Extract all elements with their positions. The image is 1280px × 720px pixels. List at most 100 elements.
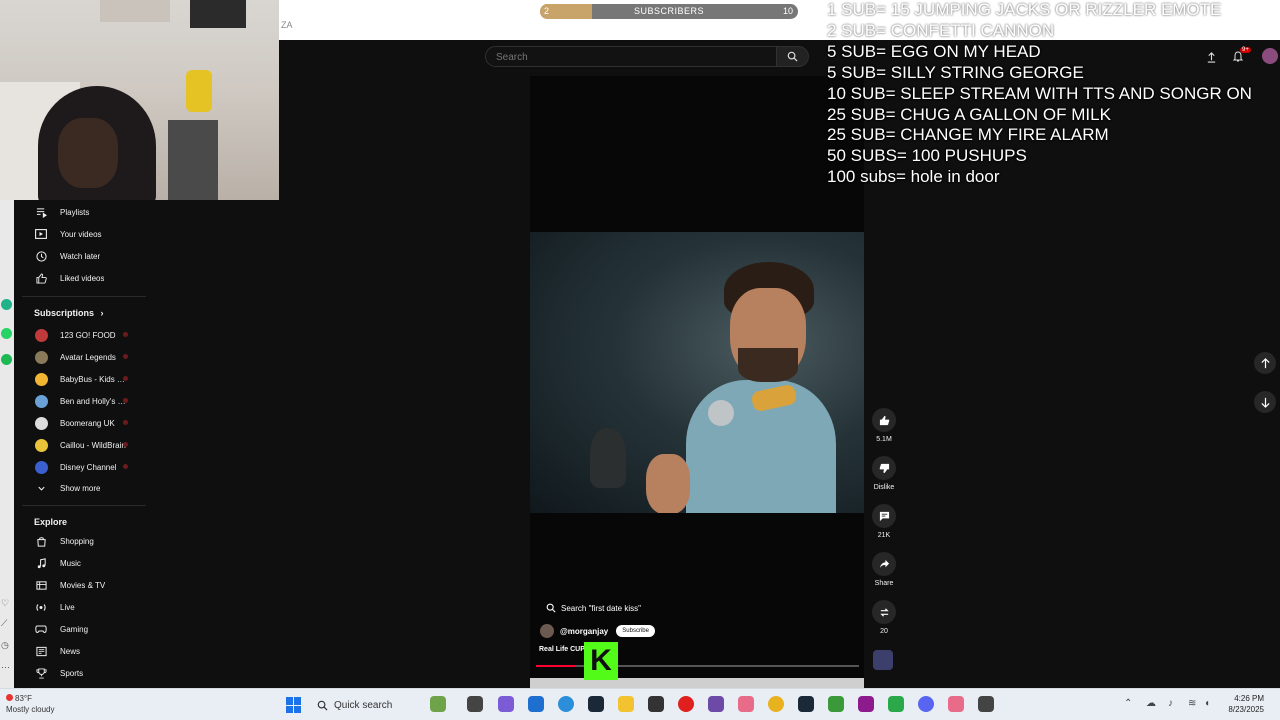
stream-goal-line: 1 SUB= 15 JUMPING JACKS OR RIZZLER EMOTE (827, 0, 1222, 19)
edge-icon[interactable] (558, 696, 574, 712)
stream-goal-line: 5 SUB= EGG ON MY HEAD (827, 41, 1041, 61)
shorts-search-suggestion[interactable]: Search "first date kiss" (546, 603, 641, 613)
remix-button[interactable]: 20 (869, 600, 899, 635)
like-button[interactable]: 5.1M (869, 408, 899, 443)
sound-thumbnail[interactable] (873, 650, 893, 670)
heart-icon[interactable]: ♡ (1, 598, 9, 609)
sidebar-item-label: Your videos (60, 229, 102, 239)
subscriptions-heading[interactable]: Subscriptions › (34, 308, 104, 318)
search-input[interactable] (486, 48, 776, 67)
channel-handle[interactable]: @morganjay (560, 627, 608, 636)
steam-icon[interactable] (798, 696, 814, 712)
copilot-icon[interactable] (498, 696, 514, 712)
sidebar-item-label: Live (60, 602, 75, 612)
volume-icon[interactable]: ◖ (1204, 698, 1210, 709)
taskbar-search[interactable]: Quick search (309, 694, 419, 716)
search-button[interactable] (777, 46, 809, 67)
shorts-search-suggestion-label: Search "first date kiss" (561, 603, 641, 613)
sidebar-item-live[interactable]: Live (22, 597, 146, 617)
widgets-app-icon[interactable] (430, 696, 446, 712)
subscription-item[interactable]: Avatar Legends (22, 347, 146, 367)
sidebar-item-liked-videos[interactable]: Liked videos (22, 268, 146, 288)
chevron-up-icon[interactable]: ⌃ (1124, 698, 1132, 709)
share-button[interactable]: Share (869, 552, 899, 587)
stream-goals-overlay: 1 SUB= 15 JUMPING JACKS OR RIZZLER EMOTE… (827, 0, 1280, 188)
sidebar-item-label: Playlists (60, 207, 90, 217)
webcam-yellow-bag (186, 70, 212, 112)
live-dot-icon (123, 442, 128, 447)
remix-icon (879, 607, 889, 617)
webcam-overlay (0, 0, 279, 200)
sidebar-item-news[interactable]: News (22, 641, 146, 661)
subscribe-button[interactable]: Subscribe (616, 625, 655, 637)
remix-count: 20 (880, 628, 888, 635)
dislike-button[interactable]: Dislike (869, 456, 899, 491)
sidebar-item-sports[interactable]: Sports (22, 663, 146, 683)
task-view-icon[interactable] (467, 696, 483, 712)
subscription-label: BabyBus - Kids S... (60, 374, 126, 384)
system-clock[interactable]: 4:26 PM 8/23/2025 (1220, 693, 1264, 715)
sidebar-divider (22, 296, 146, 297)
sidebar-item-music[interactable]: Music (22, 553, 146, 573)
explore-heading-label: Explore (34, 517, 68, 527)
start-button[interactable] (286, 697, 302, 713)
sidebar-item-movies-tv[interactable]: Movies & TV (22, 575, 146, 595)
weather-description: Mostly cloudy (6, 705, 55, 714)
xbox-icon[interactable] (828, 696, 844, 712)
weather-widget[interactable]: 83°F Mostly cloudy (6, 693, 54, 715)
video-microphone (708, 400, 734, 426)
sidebar-item-playlists[interactable]: Playlists (22, 202, 146, 222)
chevron-down-icon (37, 486, 45, 491)
whatsapp-icon[interactable] (1, 328, 12, 339)
sidebar-divider (22, 505, 146, 506)
file-explorer-icon[interactable] (618, 696, 634, 712)
app-icon[interactable] (708, 696, 724, 712)
channel-avatar[interactable] (540, 624, 554, 638)
chrome-icon[interactable] (768, 696, 784, 712)
spotify-icon[interactable] (1, 354, 12, 365)
app-icon[interactable] (888, 696, 904, 712)
sidebar-item-shopping[interactable]: Shopping (22, 531, 146, 551)
subscription-item[interactable]: Caillou - WildBrain (22, 435, 146, 455)
channel-avatar (34, 416, 48, 430)
video-beard (738, 348, 798, 382)
subscription-label: Ben and Holly's L... (60, 396, 126, 406)
store-icon[interactable] (528, 696, 544, 712)
stream-goal-line: 5 SUB= SILLY STRING GEORGE (827, 62, 1084, 82)
opera-icon[interactable] (678, 696, 694, 712)
previous-short-button[interactable] (1254, 352, 1276, 374)
sidebar-item-your-videos[interactable]: Your videos (22, 224, 146, 244)
more-dots-icon[interactable]: ⋯ (1, 662, 10, 673)
maps-icon[interactable] (948, 696, 964, 712)
subscription-label: 123 GO! FOOD (60, 330, 116, 340)
discord-icon[interactable] (918, 696, 934, 712)
side-tab-app-icon[interactable] (1, 299, 12, 310)
stream-goal-line: 100 subs= hole in door (827, 167, 1000, 187)
chart-icon[interactable]: ⟋ (1, 618, 7, 629)
subscription-item[interactable]: 123 GO! FOOD (22, 325, 146, 345)
sidebar-item-gaming[interactable]: Gaming (22, 619, 146, 639)
epic-games-icon[interactable] (648, 696, 664, 712)
next-short-button[interactable] (1254, 391, 1276, 413)
wifi-icon[interactable]: ≋ (1188, 698, 1196, 709)
show-more-button[interactable]: Show more (22, 478, 146, 498)
app-icon[interactable] (858, 696, 874, 712)
news-icon (35, 646, 47, 656)
subscription-item[interactable]: Ben and Holly's L... (22, 391, 146, 411)
shorts-title[interactable]: Real Life CUP (539, 646, 585, 653)
steam-icon[interactable] (588, 696, 604, 712)
app-icon[interactable] (978, 696, 994, 712)
microphone-icon[interactable]: ♪ (1168, 698, 1173, 709)
onedrive-icon[interactable]: ☁ (1146, 698, 1156, 709)
sidebar-item-watch-later[interactable]: Watch later (22, 246, 146, 266)
shorts-video-frame[interactable] (530, 232, 864, 513)
maps-icon[interactable] (738, 696, 754, 712)
subscription-item[interactable]: Disney Channel (22, 457, 146, 477)
history-icon[interactable]: ◷ (1, 640, 9, 651)
shorts-progress-fill (536, 665, 575, 667)
subscription-item[interactable]: Boomerang UK (22, 413, 146, 433)
subscription-item[interactable]: BabyBus - Kids S... (22, 369, 146, 389)
search-box[interactable] (485, 46, 777, 67)
live-dot-icon (123, 398, 128, 403)
comments-button[interactable]: 21K (869, 504, 899, 539)
